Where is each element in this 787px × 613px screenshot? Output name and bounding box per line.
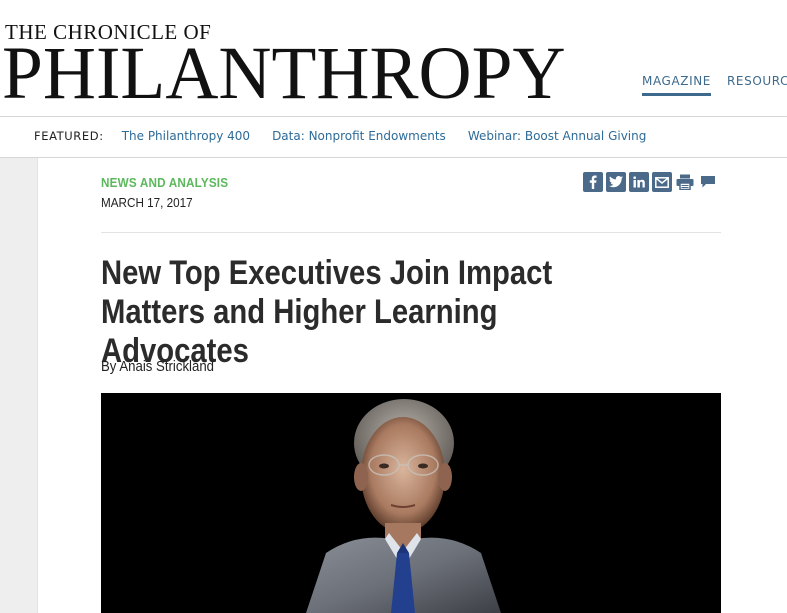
portrait-photo xyxy=(101,393,721,613)
featured-links: FEATURED: The Philanthropy 400 Data: Non… xyxy=(34,129,668,143)
featured-link-philanthropy-400[interactable]: The Philanthropy 400 xyxy=(122,129,250,143)
twitter-share-button[interactable] xyxy=(606,172,626,192)
site-logo-line2[interactable]: PHILANTHROPY xyxy=(2,36,566,111)
masthead: THE CHRONICLE OF PHILANTHROPY MAGAZINE R… xyxy=(0,0,787,117)
article-date: MARCH 17, 2017 xyxy=(101,195,193,210)
nav-item-magazine[interactable]: MAGAZINE xyxy=(642,74,711,96)
featured-link-webinar-annual-giving[interactable]: Webinar: Boost Annual Giving xyxy=(468,129,647,143)
print-icon xyxy=(676,174,694,190)
linkedin-share-button[interactable] xyxy=(629,172,649,192)
article-section-label[interactable]: NEWS AND ANALYSIS xyxy=(101,175,228,190)
twitter-icon xyxy=(609,176,623,188)
facebook-share-button[interactable] xyxy=(583,172,603,192)
linkedin-icon xyxy=(633,176,645,188)
article-headline: New Top Executives Join Impact Matters a… xyxy=(101,254,553,370)
share-toolbar xyxy=(583,172,718,192)
nav-item-resources[interactable]: RESOURCES xyxy=(727,74,787,96)
byline-prefix: By xyxy=(101,358,117,375)
left-gutter xyxy=(0,158,38,613)
top-navigation: MAGAZINE RESOURCES xyxy=(642,74,787,96)
featured-bar: FEATURED: The Philanthropy 400 Data: Non… xyxy=(0,117,787,158)
print-button[interactable] xyxy=(675,172,695,192)
comment-button[interactable] xyxy=(698,172,718,192)
comment-icon xyxy=(701,176,715,188)
article-byline: By Anais Strickland xyxy=(101,358,214,375)
email-share-button[interactable] xyxy=(652,172,672,192)
byline-author[interactable]: Anais Strickland xyxy=(119,358,214,375)
article-hero-image xyxy=(101,393,721,613)
meta-divider xyxy=(101,232,721,233)
featured-label: FEATURED: xyxy=(34,129,104,143)
email-icon xyxy=(655,176,669,188)
featured-link-nonprofit-endowments[interactable]: Data: Nonprofit Endowments xyxy=(272,129,446,143)
page: THE CHRONICLE OF PHILANTHROPY MAGAZINE R… xyxy=(0,0,787,613)
facebook-icon xyxy=(589,175,597,189)
